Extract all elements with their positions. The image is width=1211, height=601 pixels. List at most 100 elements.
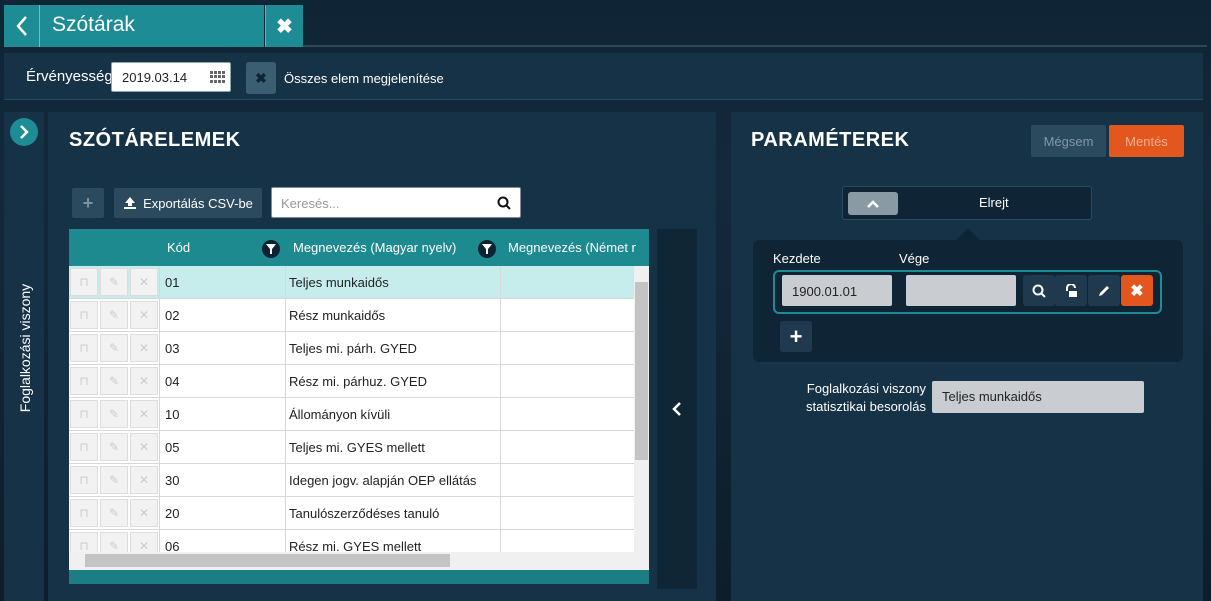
edit-icon[interactable]: ✎ [100,433,128,461]
validity-date-input[interactable]: 2019.03.14 [111,62,231,92]
unlock-icon[interactable]: ⊓ [70,466,98,494]
chevron-up-icon [867,199,879,208]
unlock-icon[interactable]: ⊓ [70,400,98,428]
edit-icon[interactable]: ✎ [100,367,128,395]
table-row[interactable]: ⊓ ✎ ✕ 06 Rész mi. GYES mellett [69,530,634,552]
plus-icon: + [789,323,803,349]
date-value: 2019.03.14 [122,70,188,85]
collapse-params-button[interactable] [657,229,697,589]
edit-icon[interactable]: ✎ [100,532,128,552]
field-value[interactable]: Teljes munkaidős [932,381,1144,413]
edit-icon[interactable]: ✎ [100,466,128,494]
export-csv-label: Exportálás CSV-be [143,195,253,211]
delete-icon[interactable]: ✕ [130,301,158,329]
search-placeholder: Keresés... [281,196,340,211]
panel-title: PARAMÉTEREK [751,129,910,151]
grid-footer [69,570,649,584]
cancel-button[interactable]: Mégsem [1031,125,1106,157]
column-header-code[interactable]: Kód [167,240,190,255]
unlock-icon[interactable]: ⊓ [70,433,98,461]
side-panel-label: Foglalkozási viszony [17,283,33,413]
unlock-icon [1066,283,1077,297]
calendar-icon[interactable] [210,71,225,83]
row-code: 10 [165,407,180,422]
add-item-button[interactable]: + [72,188,104,218]
row-name: Teljes mi. GYES mellett [289,440,425,455]
table-row[interactable]: ⊓ ✎ ✕ 04 Rész mi. párhuz. GYED [69,365,634,398]
delete-icon[interactable]: ✕ [130,466,158,494]
upload-icon [124,197,137,209]
delete-icon[interactable]: ✕ [130,400,158,428]
chevron-left-icon [672,402,681,416]
end-date-field[interactable] [906,275,1016,306]
edit-icon[interactable]: ✎ [100,400,128,428]
row-code: 04 [165,374,180,389]
edit-icon[interactable]: ✎ [100,499,128,527]
delete-icon[interactable]: ✕ [130,334,158,362]
plus-icon: + [82,192,94,213]
add-period-button[interactable]: + [780,321,812,352]
delete-icon[interactable]: ✕ [130,532,158,552]
edit-icon[interactable]: ✎ [100,268,128,296]
divider [303,45,1207,47]
save-button[interactable]: Mentés [1109,125,1184,157]
validity-label: Érvényesség [26,68,113,85]
back-button[interactable] [4,5,40,47]
search-input[interactable]: Keresés... [271,187,521,218]
grid-body: ⊓ ✎ ✕ 01 Teljes munkaidős ⊓ ✎ ✕ 02 Rész munk… [69,266,634,552]
delete-icon[interactable]: ✕ [130,268,158,296]
field-label-line-1: Foglalkozási viszony [806,381,926,396]
chevron-right-icon [20,125,29,139]
edit-button[interactable] [1088,275,1120,306]
search-button[interactable] [1023,275,1055,306]
row-code: 05 [165,440,180,455]
delete-icon[interactable]: ✕ [130,367,158,395]
row-code: 02 [165,308,180,323]
table-row[interactable]: ⊓ ✎ ✕ 01 Teljes munkaidős [69,266,634,299]
chevron-left-icon [15,16,27,36]
table-row[interactable]: ⊓ ✎ ✕ 30 Idegen jogv. alapján OEP ellátás [69,464,634,497]
delete-button[interactable]: ✖ [1121,275,1153,306]
start-date-field[interactable]: 1900.01.01 [782,275,892,306]
row-name: Teljes munkaidős [289,275,389,290]
filter-icon[interactable] [262,240,280,258]
export-csv-button[interactable]: Exportálás CSV-be [114,188,262,218]
unlock-icon[interactable]: ⊓ [70,334,98,362]
table-row[interactable]: ⊓ ✎ ✕ 10 Állományon kívüli [69,398,634,431]
hide-label: Elrejt [979,195,1009,210]
edit-icon[interactable]: ✎ [100,334,128,362]
row-code: 01 [165,275,180,290]
edit-icon[interactable]: ✎ [100,301,128,329]
unlock-button[interactable] [1055,275,1087,306]
table-row[interactable]: ⊓ ✎ ✕ 03 Teljes mi. párh. GYED [69,332,634,365]
row-name: Rész mi. GYES mellett [289,539,422,552]
field-label: Foglalkozási viszony statisztikai besoro… [760,380,926,416]
show-all-checkbox[interactable]: ✖ [246,62,276,94]
delete-icon[interactable]: ✕ [130,499,158,527]
row-name: Tanulószerződéses tanuló [289,506,440,521]
row-code: 20 [165,506,180,521]
unlock-icon[interactable]: ⊓ [70,532,98,552]
collapse-button[interactable] [848,192,898,215]
unlock-icon[interactable]: ⊓ [70,301,98,329]
table-row[interactable]: ⊓ ✎ ✕ 02 Rész munkaidős [69,299,634,332]
expand-side-button[interactable] [10,118,38,146]
column-header-name-de[interactable]: Megnevezés (Német nyelv) [508,240,636,255]
close-icon: ✖ [1130,282,1144,300]
unlock-icon[interactable]: ⊓ [70,268,98,296]
column-header-name-hu[interactable]: Megnevezés (Magyar nyelv) [293,240,456,255]
table-row[interactable]: ⊓ ✎ ✕ 05 Teljes mi. GYES mellett [69,431,634,464]
vertical-scroll-thumb[interactable] [635,282,648,460]
row-name: Állományon kívüli [289,407,391,422]
row-name: Teljes mi. párh. GYED [289,341,417,356]
search-icon[interactable] [497,196,511,210]
filter-icon[interactable] [478,240,496,258]
delete-icon[interactable]: ✕ [130,433,158,461]
table-row[interactable]: ⊓ ✎ ✕ 20 Tanulószerződéses tanuló [69,497,634,530]
row-name: Rész munkaidős [289,308,386,323]
unlock-icon[interactable]: ⊓ [70,499,98,527]
unlock-icon[interactable]: ⊓ [70,367,98,395]
close-button[interactable]: ✖ [265,5,303,47]
search-icon [1032,284,1046,298]
horizontal-scroll-thumb[interactable] [85,554,450,567]
